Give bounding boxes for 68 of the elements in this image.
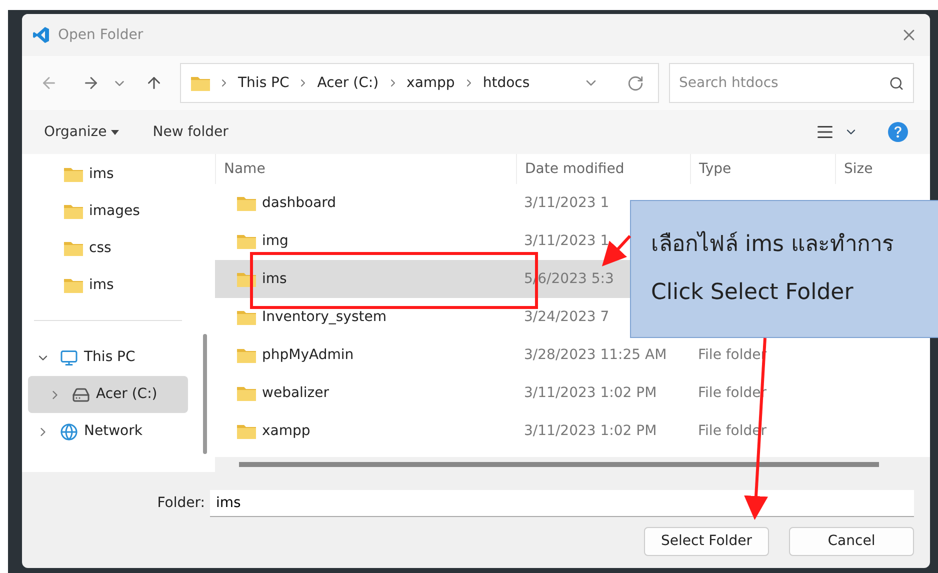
up-icon[interactable]	[145, 74, 163, 92]
breadcrumb-item[interactable]: Acer (C:)	[317, 72, 379, 94]
dialog-button[interactable]: Select Folder	[644, 527, 769, 556]
quick-access-item[interactable]: css	[22, 230, 194, 267]
folder-icon	[237, 196, 256, 210]
new-folder-button[interactable]: New folder	[152, 122, 228, 142]
file-name: Inventory_system	[262, 308, 386, 326]
network-icon	[60, 422, 78, 440]
file-name: dashboard	[262, 194, 336, 212]
date-cell-text: 3/11/2023 1:02 PM	[524, 422, 657, 440]
quick-access-item[interactable]: ims	[22, 267, 194, 304]
file-name: phpMyAdmin	[262, 346, 354, 364]
computer-icon	[60, 348, 78, 366]
date-cell-text: 3/11/2023 1:02 PM	[524, 384, 657, 402]
quick-access-item[interactable]: images	[22, 193, 194, 230]
tree-label: Network	[84, 422, 142, 441]
file-name: img	[262, 232, 288, 250]
dialog-button[interactable]: Cancel	[789, 527, 914, 556]
folder-icon	[237, 348, 256, 362]
search-input[interactable]: Search htdocs	[679, 72, 889, 94]
tree-label: This PC	[84, 348, 136, 367]
tree-label: Acer (C:)	[96, 385, 158, 404]
folder-icon	[237, 424, 256, 438]
file-name: xampp	[262, 422, 310, 440]
scrollbar-thumb[interactable]	[202, 334, 206, 454]
breadcrumb-item[interactable]: htdocs	[482, 72, 530, 94]
caret-icon	[110, 130, 119, 134]
refresh-icon[interactable]	[627, 74, 644, 92]
tree-item[interactable]: Acer (C:)	[28, 376, 188, 413]
column-header[interactable]: Name	[215, 154, 516, 184]
folder-icon	[64, 278, 83, 293]
folder-icon	[64, 241, 83, 256]
callout-text: เลือกไฟล์ ims และทำการ	[651, 230, 895, 259]
forward-icon[interactable]	[82, 74, 100, 92]
back-icon[interactable]	[40, 74, 58, 92]
folder-icon	[64, 167, 83, 182]
tree-item[interactable]: Network	[28, 413, 188, 450]
date-cell-text: 3/11/2023 1	[524, 194, 610, 212]
quick-access-item[interactable]: ims	[22, 156, 194, 193]
folder-icon	[191, 76, 210, 90]
breadcrumb-item[interactable]: This PC	[238, 72, 290, 94]
folder-icon	[64, 204, 83, 219]
column-header[interactable]: Date modified	[516, 154, 690, 184]
tree-item[interactable]: This PC	[28, 339, 188, 376]
folder-label: Folder:	[156, 494, 206, 513]
file-name: webalizer	[262, 384, 330, 402]
folder-icon	[237, 386, 256, 400]
pointer-arrow	[602, 234, 632, 266]
app-logo-icon	[32, 26, 50, 44]
folder-icon	[237, 234, 256, 248]
folder-input[interactable]: ims	[210, 490, 914, 517]
horizontal-scrollbar-thumb[interactable]	[239, 462, 879, 467]
breadcrumb-item[interactable]: xampp	[406, 72, 455, 94]
date-cell-text: 3/11/2023 1	[524, 232, 610, 250]
view-icon[interactable]	[816, 123, 834, 141]
file-name: ims	[262, 270, 287, 288]
help-icon[interactable]	[888, 122, 908, 142]
search-icon[interactable]	[889, 76, 904, 90]
organize-button[interactable]: Organize	[44, 122, 119, 142]
column-header[interactable]: Size	[835, 154, 895, 184]
folder-icon	[237, 310, 256, 324]
date-cell-text: 3/24/2023 7	[524, 308, 610, 326]
window-title: Open Folder	[58, 26, 144, 44]
column-header[interactable]: Type	[690, 154, 835, 184]
search-field[interactable]: Search htdocs	[669, 63, 914, 103]
date-cell-text: 3/28/2023 11:25 AM	[524, 346, 667, 364]
drive-icon	[72, 386, 90, 404]
address-bar[interactable]: This PC Acer (C:) xampp htdocs	[180, 63, 659, 103]
